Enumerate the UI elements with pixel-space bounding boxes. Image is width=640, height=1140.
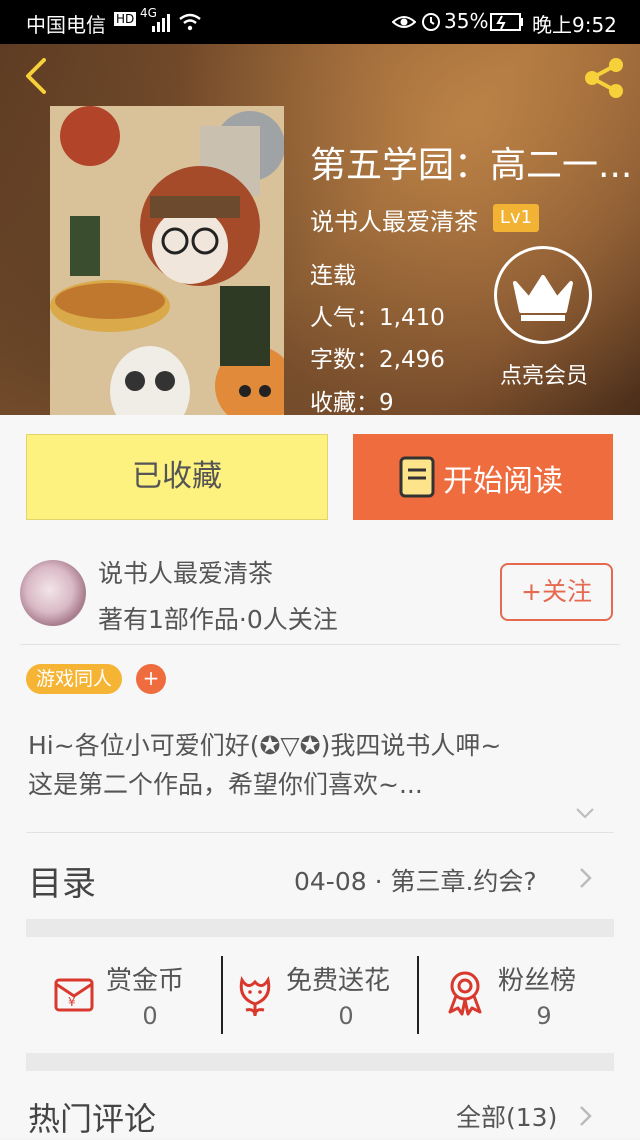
book-description[interactable]: Hi~各位小可爱们好(✪▽✪)我四说书人呷~ 这是第二个作品，希望你们喜欢~..…	[28, 726, 618, 804]
carrier-text: 中国电信	[26, 13, 106, 37]
description-line-2: 这是第二个作品，希望你们喜欢~...	[28, 770, 423, 799]
status-bar: 中国电信 HD 4G 35% 晚上9:52	[0, 0, 640, 44]
chevron-down-icon[interactable]	[575, 806, 595, 820]
battery-icon	[490, 13, 523, 31]
divider	[20, 644, 620, 645]
wifi-icon	[179, 13, 201, 31]
author-card-name[interactable]: 说书人最爱清茶	[98, 554, 273, 590]
cover-illustration	[50, 106, 284, 415]
divider	[221, 956, 223, 1034]
toc-label[interactable]: 目录	[28, 856, 96, 905]
book-word-count: 字数：2,496	[310, 347, 445, 373]
reward-coins-label: 赏金币	[106, 966, 185, 996]
battery-percent: 35%	[444, 9, 489, 33]
author-level-badge: Lv1	[493, 204, 539, 232]
add-tag-button[interactable]: +	[136, 664, 166, 694]
clock-text: 晚上9:52	[532, 13, 617, 37]
crown-icon	[513, 275, 573, 321]
eye-icon	[392, 16, 416, 28]
start-reading-button[interactable]: 开始阅读	[353, 434, 613, 520]
reward-coins-button[interactable]: ¥ 赏金币 0	[40, 950, 220, 1040]
vip-button[interactable]	[494, 246, 592, 344]
book-author[interactable]: 说书人最爱清茶	[310, 202, 478, 237]
fan-ranking-label: 粉丝榜	[498, 966, 577, 996]
hot-comments-label: 热门评论	[28, 1100, 157, 1138]
follow-button[interactable]: +关注	[500, 563, 613, 621]
share-icon[interactable]	[580, 54, 628, 102]
section-spacer	[26, 919, 614, 937]
svg-text:¥: ¥	[68, 995, 76, 1009]
alarm-icon	[422, 13, 440, 31]
book-title: 第五学园：高二一...	[310, 145, 633, 186]
section-spacer	[26, 1053, 614, 1071]
book-icon	[399, 456, 435, 498]
start-reading-label: 开始阅读	[443, 464, 563, 499]
book-popularity: 人气：1,410	[310, 305, 445, 331]
fan-ranking-button[interactable]: 粉丝榜 9	[430, 950, 615, 1040]
chevron-right-icon[interactable]	[578, 866, 594, 890]
author-card-meta: 著有1部作品·0人关注	[98, 605, 338, 634]
vip-label[interactable]: 点亮会员	[494, 358, 594, 390]
coin-envelope-icon: ¥	[54, 978, 94, 1012]
collected-button[interactable]: 已收藏	[26, 434, 328, 520]
send-flower-value: 0	[338, 1002, 354, 1030]
toc-latest-chapter[interactable]: 04-08 · 第三章.约会?	[294, 862, 537, 898]
book-status: 连载	[310, 263, 356, 289]
send-flower-button[interactable]: 免费送花 0	[230, 950, 415, 1040]
all-comments-link[interactable]: 全部(13)	[456, 1098, 557, 1134]
author-avatar[interactable]	[20, 560, 86, 626]
divider	[417, 956, 419, 1034]
tag-game-fanfic[interactable]: 游戏同人	[26, 664, 123, 694]
divider	[26, 832, 614, 833]
medal-icon	[448, 971, 482, 1016]
flower-icon	[239, 976, 271, 1017]
send-flower-label: 免费送花	[286, 966, 391, 996]
back-icon[interactable]	[18, 56, 58, 96]
book-favorites: 收藏：9	[310, 390, 394, 416]
fan-ranking-value: 9	[536, 1002, 552, 1030]
description-line-1: Hi~各位小可爱们好(✪▽✪)我四说书人呷~	[28, 731, 502, 760]
signal-icon	[152, 14, 170, 32]
reward-coins-value: 0	[142, 1002, 158, 1030]
chevron-right-icon[interactable]	[578, 1104, 594, 1128]
hd-icon: HD	[114, 12, 137, 26]
book-cover-image[interactable]	[50, 106, 284, 415]
